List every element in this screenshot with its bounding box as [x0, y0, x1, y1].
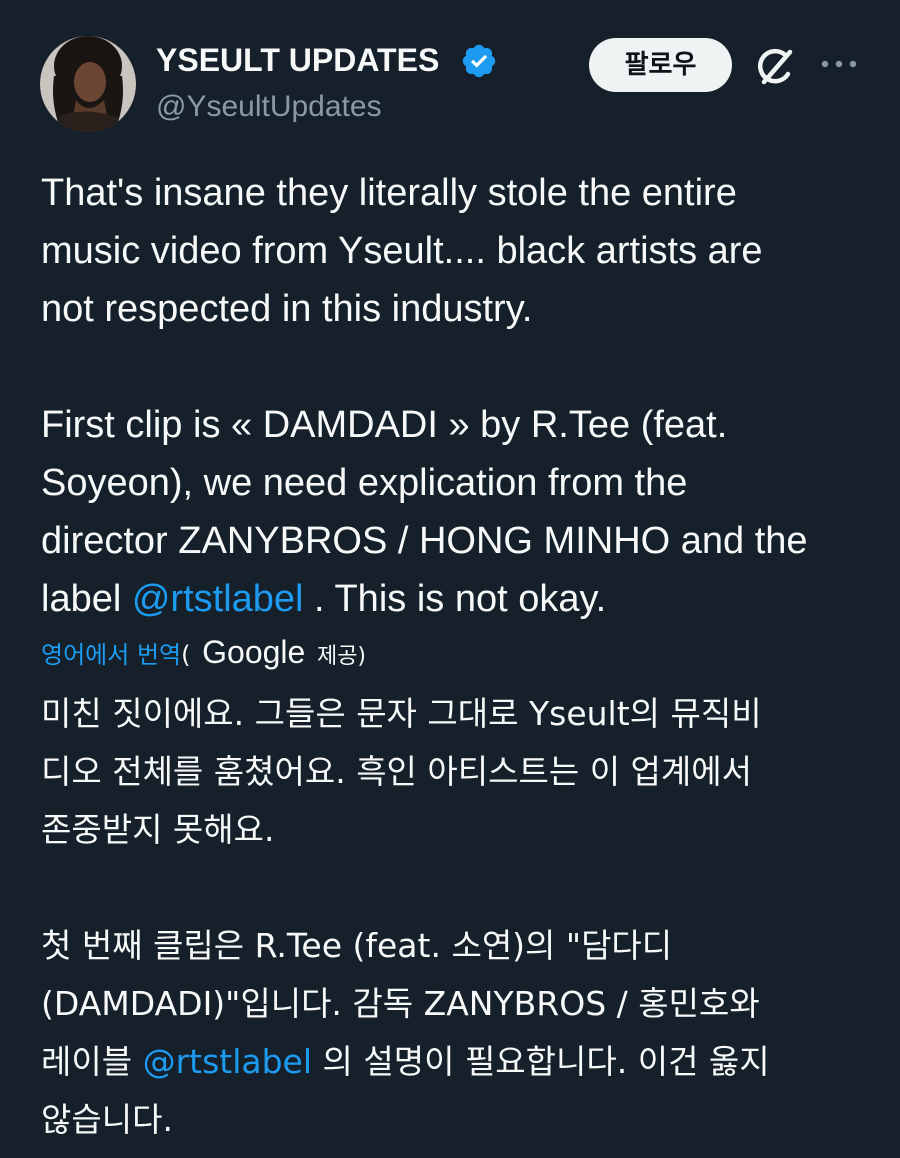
- translated-text-fragment: 레이블: [41, 1042, 143, 1081]
- translated-line: 존중받지 못해요.: [41, 810, 275, 849]
- mention-link[interactable]: @rtstlabel: [143, 1042, 312, 1081]
- user-handle[interactable]: @YseultUpdates: [156, 86, 382, 128]
- follow-button[interactable]: 팔로우: [589, 38, 732, 92]
- translation-attribution: 영어에서 번역( Google 제공): [41, 630, 366, 674]
- tweet-line: not respected in this industry.: [41, 288, 533, 330]
- translated-line: 미친 짓이에요. 그들은 문자 그대로 Yseult의 뮤직비: [41, 694, 762, 733]
- provided-label: 제공): [316, 644, 367, 669]
- tweet-line: label @rtstlabel . This is not okay.: [41, 570, 891, 628]
- tweet-line: music video from Yseult.... black artist…: [41, 230, 763, 272]
- display-name[interactable]: YSEULT UPDATES: [156, 38, 439, 82]
- tweet-line: director ZANYBROS / HONG MINHO and the: [41, 520, 808, 562]
- tweet-text-fragment: . This is not okay.: [303, 578, 607, 620]
- translated-from-link[interactable]: 영어에서 번역: [41, 641, 181, 669]
- avatar[interactable]: [40, 36, 136, 132]
- google-logo: Google: [202, 634, 306, 670]
- translated-line: 레이블 @rtstlabel 의 설명이 필요합니다. 이건 옳지: [41, 1033, 891, 1091]
- translated-text: 미친 짓이에요. 그들은 문자 그대로 Yseult의 뮤직비 디오 전체를 훔…: [41, 685, 891, 1149]
- mention-link[interactable]: @rtstlabel: [132, 578, 304, 620]
- tweet-line: First clip is « DAMDADI » by R.Tee (feat…: [41, 404, 728, 446]
- more-options-icon[interactable]: [818, 54, 860, 74]
- translated-line: 않습니다.: [41, 1100, 173, 1139]
- translated-line: 첫 번째 클립은 R.Tee (feat. 소연)의 "담다디: [41, 926, 673, 965]
- verified-badge-icon: [462, 44, 496, 78]
- avatar-photo: [40, 36, 136, 132]
- tweet-text-fragment: label: [41, 578, 132, 620]
- tweet-header: YSEULT UPDATES @YseultUpdates 팔로우: [0, 0, 900, 150]
- tweet-line: Soyeon), we need explication from the: [41, 462, 688, 504]
- translated-line: (DAMDADI)"입니다. 감독 ZANYBROS / 홍민호와: [41, 984, 760, 1023]
- translated-text-fragment: 의 설명이 필요합니다. 이건 옳지: [312, 1042, 770, 1081]
- tweet-text: That's insane they literally stole the e…: [41, 164, 891, 628]
- tweet-line: That's insane they literally stole the e…: [41, 172, 737, 214]
- open-paren: (: [181, 641, 191, 669]
- translated-line: 디오 전체를 훔쳤어요. 흑인 아티스트는 이 업계에서: [41, 752, 752, 791]
- grok-icon[interactable]: [752, 44, 798, 90]
